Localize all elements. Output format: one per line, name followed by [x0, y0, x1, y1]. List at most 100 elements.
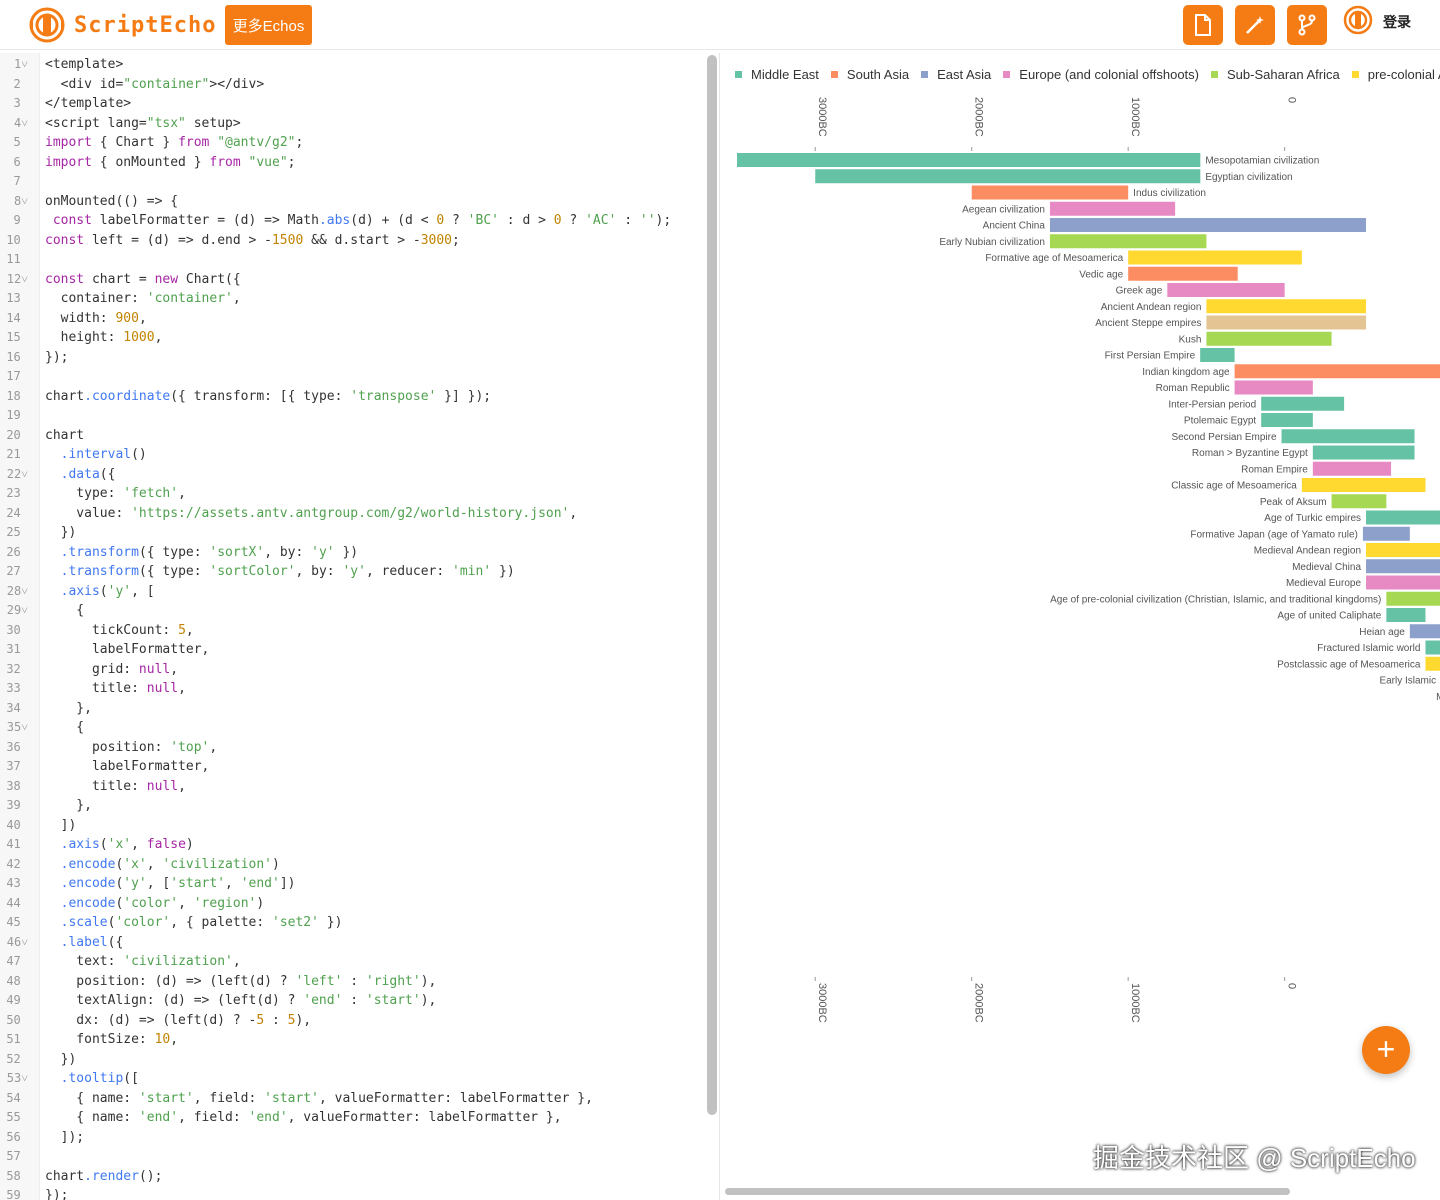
- code-text: .tooltip([: [60, 1071, 139, 1086]
- timeline-bar[interactable]: [1049, 218, 1367, 232]
- line-number: 13: [6, 291, 28, 305]
- logo[interactable]: ScriptEcho: [28, 6, 216, 44]
- line-number: 54: [6, 1090, 28, 1105]
- bar-label: Roman Empire: [1241, 464, 1308, 475]
- code-text: grid: null,: [45, 661, 179, 677]
- line-number: 5: [13, 135, 28, 149]
- line-number: 17: [6, 369, 28, 383]
- add-fab-button[interactable]: +: [1362, 1026, 1410, 1074]
- line-number: 30: [6, 622, 28, 637]
- timeline-bar[interactable]: [1234, 380, 1313, 395]
- line-number: 34: [6, 700, 28, 715]
- code-text: position: 'top',: [45, 739, 218, 755]
- timeline-bar[interactable]: [737, 153, 1201, 167]
- timeline-bar[interactable]: [1261, 396, 1345, 411]
- axis-tick-label-bottom: 3000BC: [816, 983, 828, 1023]
- line-number: 51: [6, 1032, 28, 1046]
- timeline-bar[interactable]: [1261, 413, 1313, 427]
- bar-label: Greek age: [1116, 286, 1163, 297]
- timeline-bar[interactable]: [1281, 429, 1415, 444]
- timeline-bar[interactable]: [1366, 559, 1440, 574]
- code-text: },: [45, 700, 92, 716]
- line-number: 48: [6, 973, 28, 988]
- code-text: textAlign: (d) => (left(d) ? 'end' : 'st…: [45, 993, 437, 1008]
- timeline-bar[interactable]: [1425, 640, 1440, 655]
- bar-label: Formative age of Mesoamerica: [985, 253, 1123, 264]
- bar-label: First Persian Empire: [1105, 351, 1196, 362]
- timeline-bar[interactable]: [971, 185, 1129, 200]
- line-number: 59: [6, 1188, 28, 1200]
- login-link[interactable]: 登录: [1383, 12, 1411, 32]
- bar-label: Early Islamic: [1379, 676, 1436, 687]
- timeline-bar[interactable]: [1362, 526, 1410, 541]
- line-number: 41: [6, 837, 28, 851]
- code-text: value: 'https://assets.antv.antgroup.com…: [45, 505, 578, 521]
- bar-label: Medieval Andean region: [1254, 546, 1361, 557]
- code-editor[interactable]: 1˅ <template> 2 <div id="container"></div>…: [0, 53, 720, 1200]
- line-number: 14: [6, 310, 28, 325]
- line-number: 43: [6, 876, 28, 890]
- timeline-bar[interactable]: [1128, 266, 1238, 281]
- code-text: });: [45, 349, 69, 365]
- bar-label: Age of Turkic empires: [1264, 513, 1361, 524]
- code-text: <script lang="tsx" setup>: [45, 115, 241, 131]
- timeline-bar[interactable]: [1167, 283, 1285, 297]
- line-number: 55: [6, 1110, 28, 1124]
- timeline-bar[interactable]: [1234, 364, 1440, 379]
- code-text: .encode('y', ['start', 'end']): [60, 876, 296, 891]
- file-icon: [1195, 14, 1211, 36]
- timeline-bar[interactable]: [1366, 575, 1440, 590]
- bar-label: Inter-Persian period: [1168, 399, 1256, 410]
- code-text: title: null,: [45, 778, 186, 794]
- timeline-bar[interactable]: [1049, 234, 1207, 249]
- bar-label: Indian kingdom age: [1142, 367, 1230, 378]
- timeline-bar[interactable]: [1049, 201, 1176, 216]
- bar-label: Egyptian civilization: [1205, 172, 1292, 183]
- timeline-bar[interactable]: [815, 169, 1201, 184]
- timeline-bar[interactable]: [1206, 331, 1332, 346]
- timeline-bar[interactable]: [1128, 250, 1302, 265]
- fork-button[interactable]: [1287, 5, 1327, 45]
- code-text: type: 'fetch',: [45, 486, 186, 501]
- preview-horizontal-scrollbar[interactable]: [725, 1188, 1290, 1195]
- new-file-button[interactable]: [1183, 5, 1223, 45]
- line-number: 15: [6, 330, 28, 344]
- line-number: 12˅: [6, 271, 28, 286]
- line-number: 9: [13, 213, 28, 227]
- timeline-bar[interactable]: [1366, 543, 1440, 557]
- top-bar: ScriptEcho 更多Echos 登录: [0, 0, 1440, 50]
- axis-tick-label-bottom: 1000BC: [1129, 983, 1141, 1023]
- avatar[interactable]: [1342, 4, 1374, 36]
- code-text: chart.render();: [45, 1168, 163, 1184]
- timeline-bar[interactable]: [1301, 478, 1426, 492]
- line-number: 58: [6, 1168, 28, 1183]
- code-text: height: 1000,: [45, 330, 163, 345]
- code-text: .transform({ type: 'sortX', by: 'y' }): [60, 544, 359, 560]
- code-text: const chart = new Chart({: [45, 271, 241, 287]
- timeline-bar[interactable]: [1200, 348, 1235, 362]
- editor-scrollbar[interactable]: [707, 55, 717, 1115]
- timeline-bar[interactable]: [1206, 299, 1367, 314]
- timeline-chart: 3000BC 3000BC 2000BC 2000BC 1000BC 1000BC 0 0 Me…: [737, 97, 1440, 1023]
- timeline-bar[interactable]: [1386, 591, 1440, 606]
- bar-label: Ancient Andean region: [1101, 302, 1202, 313]
- code-text: chart: [45, 427, 85, 443]
- more-echos-button[interactable]: 更多Echos: [225, 5, 312, 45]
- code-text: width: 900,: [45, 310, 147, 326]
- magic-button[interactable]: [1235, 5, 1275, 45]
- code-text: { name: 'end', field: 'end', valueFormat…: [45, 1110, 562, 1125]
- code-text: .data({: [60, 466, 116, 482]
- timeline-bar[interactable]: [1409, 624, 1440, 639]
- timeline-bar[interactable]: [1331, 494, 1387, 509]
- bar-label: Roman Republic: [1156, 383, 1230, 394]
- code-text: </template>: [45, 96, 132, 111]
- code-text: }): [45, 1051, 77, 1067]
- timeline-bar[interactable]: [1206, 315, 1367, 330]
- timeline-bar[interactable]: [1425, 656, 1440, 671]
- line-number: 50: [6, 1012, 28, 1027]
- timeline-bar[interactable]: [1312, 445, 1415, 460]
- bar-label: Ptolemaic Egypt: [1184, 416, 1256, 427]
- timeline-bar[interactable]: [1312, 461, 1392, 476]
- timeline-bar[interactable]: [1366, 510, 1440, 525]
- timeline-bar[interactable]: [1386, 608, 1426, 622]
